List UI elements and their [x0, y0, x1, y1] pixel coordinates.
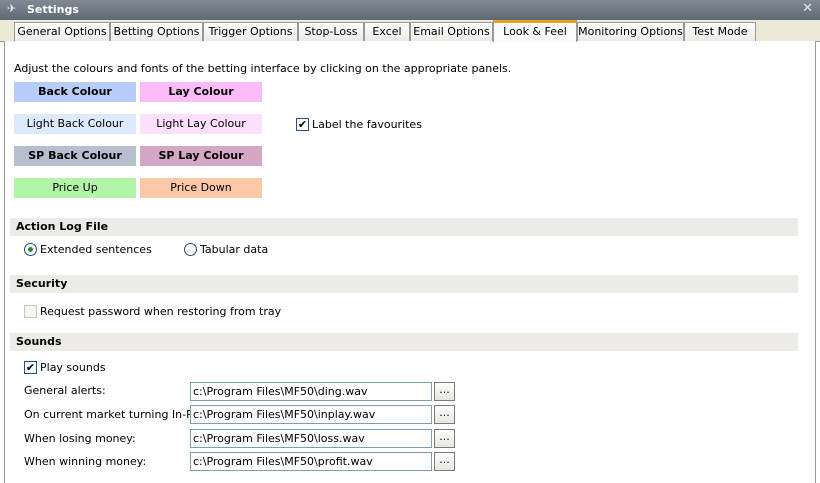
action-log-heading: Action Log File	[10, 218, 798, 236]
title-bar: ✈ Settings ✕	[0, 0, 820, 20]
tab-look-and-feel[interactable]: Look & Feel	[493, 20, 577, 42]
tab-monitoring-options[interactable]: Monitoring Options	[577, 22, 684, 41]
light-lay-colour-panel[interactable]: Light Lay Colour	[140, 114, 262, 134]
losing-money-field[interactable]: c:\Program Files\MF50\loss.wav	[190, 429, 432, 448]
label-favourites-checkbox[interactable]: ✔	[296, 118, 309, 131]
tab-strip: General Options Betting Options Trigger …	[0, 20, 820, 42]
general-alerts-label: General alerts:	[24, 384, 106, 397]
light-back-colour-panel[interactable]: Light Back Colour	[14, 114, 136, 134]
losing-money-label: When losing money:	[24, 432, 136, 445]
winning-money-field[interactable]: c:\Program Files\MF50\profit.wav	[190, 452, 432, 471]
inplay-label: On current market turning In-Play:	[24, 408, 212, 421]
inplay-field[interactable]: c:\Program Files\MF50\inplay.wav	[190, 405, 432, 424]
sp-lay-colour-panel[interactable]: SP Lay Colour	[140, 146, 262, 166]
security-heading: Security	[10, 275, 798, 293]
intro-text: Adjust the colours and fonts of the bett…	[14, 62, 512, 75]
tabular-data-radio[interactable]	[184, 243, 197, 256]
price-up-panel[interactable]: Price Up	[14, 178, 136, 198]
tab-trigger-options[interactable]: Trigger Options	[203, 22, 298, 41]
sounds-heading: Sounds	[10, 333, 798, 351]
play-sounds-checkbox[interactable]: ✔	[24, 361, 37, 374]
general-alerts-browse-button[interactable]: ...	[434, 382, 455, 401]
play-sounds-label: Play sounds	[40, 361, 106, 374]
window-title: Settings	[27, 3, 79, 16]
tabular-data-label: Tabular data	[200, 243, 269, 256]
winning-money-label: When winning money:	[24, 455, 147, 468]
tab-general-options[interactable]: General Options	[14, 22, 110, 41]
request-password-label: Request password when restoring from tra…	[40, 305, 282, 318]
general-alerts-field[interactable]: c:\Program Files\MF50\ding.wav	[190, 382, 432, 401]
lay-colour-panel[interactable]: Lay Colour	[140, 82, 262, 102]
extended-sentences-radio[interactable]	[24, 243, 37, 256]
extended-sentences-label: Extended sentences	[40, 243, 152, 256]
back-colour-panel[interactable]: Back Colour	[14, 82, 136, 102]
label-favourites-label: Label the favourites	[312, 118, 422, 131]
tab-stop-loss[interactable]: Stop-Loss	[298, 22, 364, 41]
tab-email-options[interactable]: Email Options	[410, 22, 493, 41]
pin-icon[interactable]: ✈	[7, 2, 16, 15]
price-down-panel[interactable]: Price Down	[140, 178, 262, 198]
request-password-checkbox[interactable]	[24, 305, 37, 318]
sp-back-colour-panel[interactable]: SP Back Colour	[14, 146, 136, 166]
tab-betting-options[interactable]: Betting Options	[110, 22, 203, 41]
winning-money-browse-button[interactable]: ...	[434, 452, 455, 471]
inplay-browse-button[interactable]: ...	[434, 405, 455, 424]
close-icon[interactable]: ✕	[802, 1, 813, 16]
losing-money-browse-button[interactable]: ...	[434, 429, 455, 448]
radio-selected-dot	[28, 247, 33, 252]
tab-test-mode[interactable]: Test Mode	[684, 22, 756, 41]
tab-excel[interactable]: Excel	[364, 22, 410, 41]
